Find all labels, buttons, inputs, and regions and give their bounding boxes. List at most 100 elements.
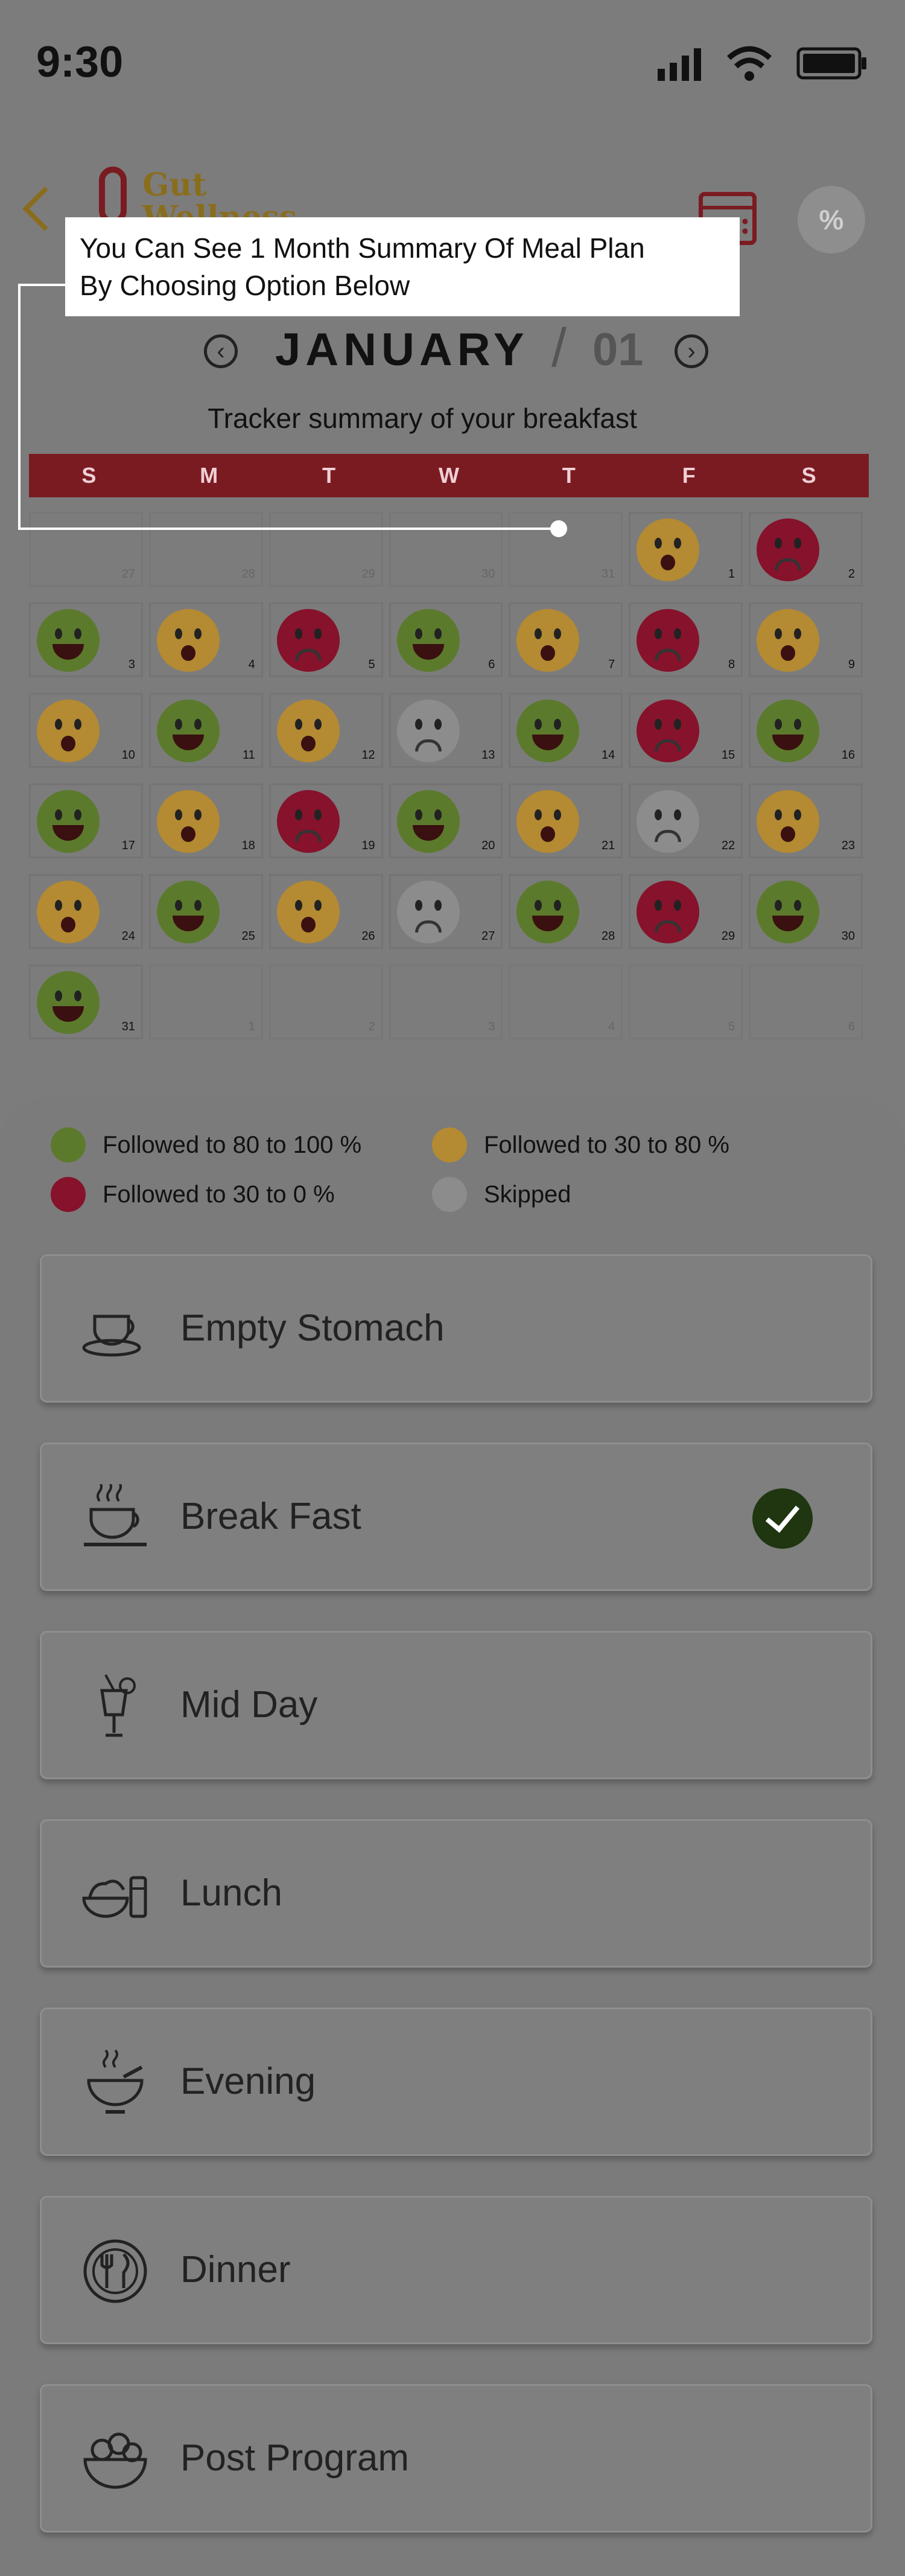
weekday-label: T	[562, 463, 576, 488]
calendar-day-cell[interactable]: 2	[749, 512, 863, 587]
calendar-day-cell[interactable]: 6	[389, 602, 503, 677]
calendar-day-number: 22	[721, 839, 735, 852]
calendar-day-cell[interactable]: 12	[268, 693, 383, 768]
calendar-day-cell[interactable]: 27	[389, 874, 503, 949]
legend-item-green: Followed to 80 to 100 %	[51, 1127, 361, 1162]
happy-face-icon	[51, 1127, 86, 1162]
calendar-day-cell[interactable]: 3	[29, 602, 143, 677]
meal-card-empty-stomach[interactable]: Empty Stomach	[40, 1254, 872, 1403]
calendar-day-cell[interactable]: 2	[268, 964, 383, 1039]
happy-face-icon	[37, 790, 100, 853]
happy-face-icon	[396, 790, 460, 853]
month-number: 01	[592, 324, 644, 375]
calendar-day-number: 6	[488, 658, 495, 671]
calendar-day-cell[interactable]: 28	[509, 874, 623, 949]
meal-card-dinner[interactable]: Dinner	[40, 2196, 872, 2344]
angry-face-icon	[276, 790, 340, 853]
calendar-day-cell[interactable]: 3	[389, 964, 503, 1039]
soup-bowl-icon	[87, 2049, 144, 2114]
calendar-day-number: 17	[121, 839, 135, 852]
weekday-label: W	[439, 463, 459, 488]
percent-badge-icon[interactable]: %	[798, 186, 865, 253]
calendar-day-number: 23	[841, 839, 855, 852]
weekday-label: F	[682, 463, 696, 488]
calendar-day-cell[interactable]: 19	[268, 783, 383, 858]
calendar-day-number: 16	[841, 748, 855, 762]
calendar-day-cell[interactable]: 8	[629, 602, 743, 677]
calendar-day-cell[interactable]: 10	[29, 693, 143, 768]
legend-item-red: Followed to 30 to 0 %	[51, 1177, 335, 1212]
calendar-day-cell[interactable]: 4	[148, 602, 263, 677]
calendar-day-cell[interactable]: 9	[749, 602, 863, 677]
meal-card-evening[interactable]: Evening	[40, 2007, 872, 2156]
meal-card-mid-day[interactable]: Mid Day	[40, 1631, 872, 1779]
tooltip-connector	[18, 528, 559, 530]
meal-label: Lunch	[180, 1872, 282, 1914]
happy-face-icon	[757, 700, 820, 762]
calendar-day-cell[interactable]: 4	[509, 964, 623, 1039]
tooltip-pointer-dot	[550, 520, 567, 537]
calendar-day-cell[interactable]: 5	[629, 964, 743, 1039]
weekday-label: S	[81, 463, 97, 488]
worried-face-icon	[276, 700, 340, 762]
calendar-day-cell[interactable]: 29	[629, 874, 743, 949]
legend-label: Followed to 80 to 100 %	[103, 1131, 362, 1158]
status-time: 9:30	[36, 38, 124, 86]
coachmark-tooltip[interactable]: You Can See 1 Month Summary Of Meal Plan…	[65, 217, 740, 316]
next-month-button[interactable]: ›	[675, 334, 708, 368]
calendar-day-cell[interactable]: 22	[629, 783, 743, 858]
calendar-day-cell[interactable]: 6	[749, 964, 863, 1039]
calendar-day-number: 28	[602, 929, 615, 943]
calendar-day-cell[interactable]: 24	[29, 874, 143, 949]
calendar-day-cell[interactable]: 17	[29, 783, 143, 858]
month-label: JANUARY	[275, 324, 529, 375]
angry-face-icon	[637, 700, 700, 762]
weekday-header: S M T W T F S	[29, 454, 869, 497]
meal-label: Mid Day	[180, 1684, 318, 1726]
meal-card-lunch[interactable]: Lunch	[40, 1819, 872, 1968]
calendar-day-cell[interactable]: 15	[629, 693, 743, 768]
calendar-day-cell[interactable]: 7	[509, 602, 623, 677]
meal-card-post-program[interactable]: Post Program	[40, 2384, 872, 2533]
calendar-day-cell[interactable]: 16	[749, 693, 863, 768]
worried-face-icon	[156, 790, 220, 853]
calendar-day-cell[interactable]: 30	[389, 512, 503, 587]
meal-label: Empty Stomach	[180, 1307, 445, 1349]
calendar-day-number: 15	[721, 748, 735, 762]
wifi-icon	[727, 46, 772, 81]
happy-face-icon	[37, 609, 100, 672]
calendar-day-cell[interactable]: 26	[268, 874, 383, 949]
calendar-day-cell[interactable]: 1	[148, 964, 263, 1039]
calendar-day-cell[interactable]: 31	[29, 964, 143, 1039]
calendar-day-number: 19	[361, 839, 375, 852]
tooltip-line: You Can See 1 Month Summary Of Meal Plan	[80, 232, 645, 264]
calendar-day-number: 5	[728, 1020, 735, 1033]
calendar-day-cell[interactable]: 1	[629, 512, 743, 587]
calendar-day-cell[interactable]: 11	[148, 693, 263, 768]
logo-text-line1: Gut	[142, 167, 207, 203]
cocktail-icon	[100, 1674, 136, 1737]
calendar-day-cell[interactable]: 25	[148, 874, 263, 949]
calendar-day-cell[interactable]: 5	[268, 602, 383, 677]
calendar-day-number: 27	[481, 929, 495, 943]
calendar-day-cell[interactable]: 28	[148, 512, 263, 587]
prev-month-button[interactable]: ‹	[204, 334, 238, 368]
calendar-day-cell[interactable]: 13	[389, 693, 503, 768]
calendar-day-cell[interactable]: 20	[389, 783, 503, 858]
calendar-day-cell[interactable]: 14	[509, 693, 623, 768]
calendar-day-cell[interactable]: 27	[29, 512, 143, 587]
worried-face-icon	[37, 881, 100, 943]
calendar-day-cell[interactable]: 21	[509, 783, 623, 858]
calendar-day-cell[interactable]: 23	[749, 783, 863, 858]
tooltip-connector	[18, 284, 65, 286]
meal-card-breakfast[interactable]: Break Fast	[40, 1443, 872, 1591]
calendar-day-cell[interactable]: 18	[148, 783, 263, 858]
calendar-day-cell[interactable]: 29	[268, 512, 383, 587]
worried-face-icon	[276, 881, 340, 943]
fruit-bowl-icon	[83, 2432, 147, 2489]
calendar-day-number: 1	[248, 1020, 255, 1033]
back-arrow-icon[interactable]	[22, 187, 67, 231]
calendar-day-cell[interactable]: 30	[749, 874, 863, 949]
calendar-day-number: 29	[721, 929, 735, 943]
calendar-day-cell[interactable]: 31	[509, 512, 623, 587]
